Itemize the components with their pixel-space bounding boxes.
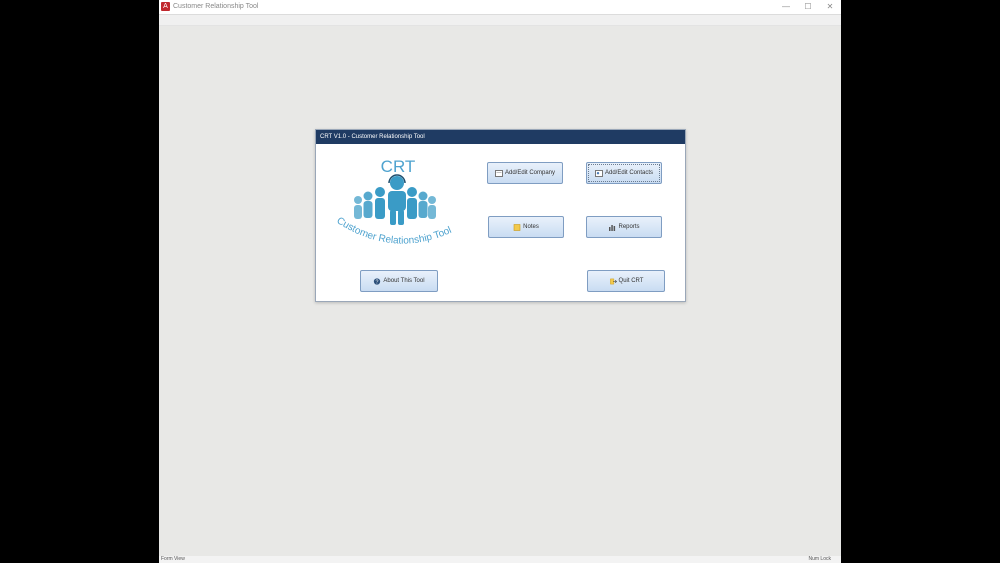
add-edit-company-label: Add/Edit Company — [504, 170, 556, 176]
people-group-icon — [354, 174, 436, 225]
status-bar: Form View Num Lock — [159, 556, 841, 563]
dialog-titlebar: CRT V1.0 - Customer Relationship Tool — [316, 130, 685, 144]
access-app-icon: A — [161, 2, 170, 11]
maximize-button[interactable]: ☐ — [797, 0, 819, 14]
status-num-lock: Num Lock — [808, 556, 831, 562]
help-icon: ? — [374, 277, 381, 285]
about-tool-label: About This Tool — [383, 278, 425, 284]
notes-button[interactable]: Notes — [488, 216, 564, 238]
svg-text:?: ? — [376, 279, 379, 285]
close-button[interactable]: ✕ — [819, 0, 841, 14]
quit-crt-button[interactable]: Quit CRT — [587, 270, 665, 292]
reports-button[interactable]: Reports — [586, 216, 662, 238]
bar-chart-icon — [609, 224, 616, 231]
quit-crt-label: Quit CRT — [618, 278, 644, 284]
logo-heading: CRT — [381, 157, 416, 176]
dialog-title: CRT V1.0 - Customer Relationship Tool — [320, 134, 425, 140]
window-controls: — ☐ ✕ — [775, 0, 841, 14]
crt-logo: CRT Customer Relationship Tool — [334, 157, 453, 247]
main-menu-dialog: CRT V1.0 - Customer Relationship Tool CR… — [315, 129, 686, 302]
about-tool-button[interactable]: ? About This Tool — [360, 270, 438, 292]
add-edit-contacts-label: Add/Edit Contacts — [604, 170, 654, 176]
form-icon — [494, 169, 503, 177]
notes-icon — [513, 223, 521, 231]
contacts-form-icon — [594, 169, 603, 177]
minimize-button[interactable]: — — [775, 0, 797, 14]
window-title: Customer Relationship Tool — [173, 3, 259, 10]
add-edit-contacts-button[interactable]: Add/Edit Contacts — [586, 162, 662, 184]
reports-label: Reports — [618, 224, 640, 230]
add-edit-company-button[interactable]: Add/Edit Company — [487, 162, 563, 184]
notes-label: Notes — [523, 224, 539, 230]
window-titlebar: A Customer Relationship Tool — ☐ ✕ — [159, 0, 841, 15]
status-view-mode: Form View — [161, 556, 185, 562]
toolbar-strip — [159, 15, 841, 26]
exit-icon — [609, 278, 617, 284]
